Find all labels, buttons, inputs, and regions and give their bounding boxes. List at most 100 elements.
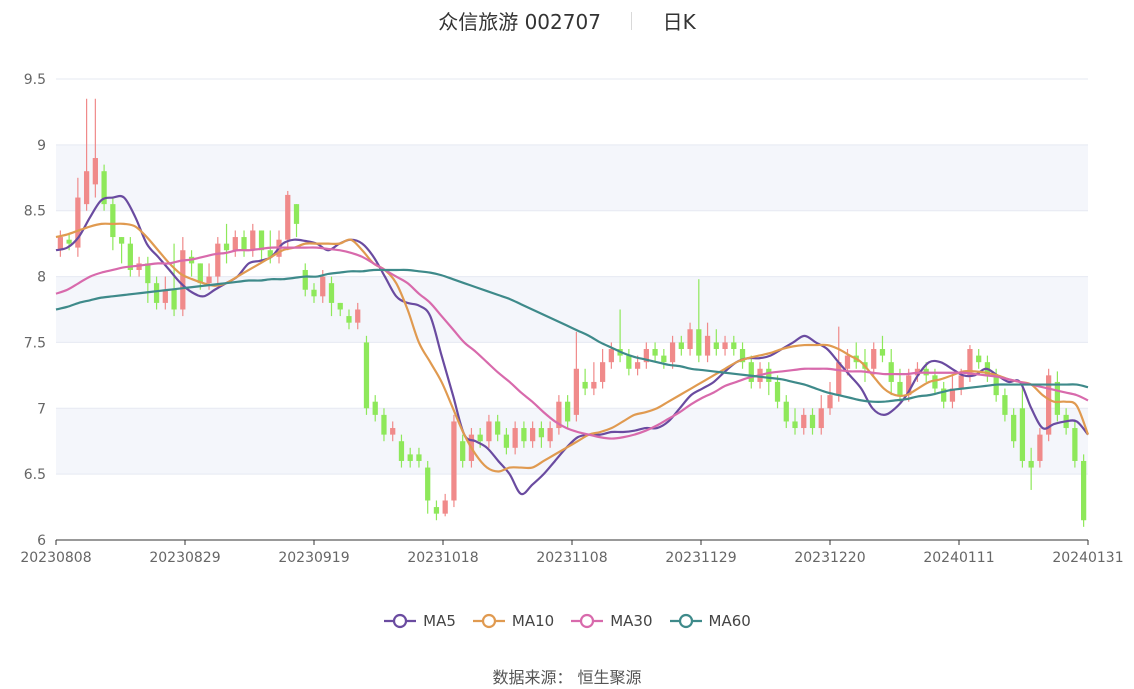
candle: [949, 375, 956, 409]
candle: [748, 355, 754, 389]
candle-body: [250, 230, 256, 251]
candle: [241, 230, 247, 257]
x-tick-label: 20230919: [278, 550, 349, 566]
candle-body: [599, 362, 606, 382]
candle-body: [110, 204, 116, 238]
candle-body: [337, 302, 343, 310]
candle-body: [1019, 408, 1026, 461]
source-value: 恒生聚源: [577, 668, 642, 687]
candle-body: [477, 434, 483, 442]
candle-body: [678, 342, 684, 350]
candle: [1081, 454, 1087, 527]
band: [56, 144, 1088, 211]
candle: [425, 460, 431, 514]
candle-body: [1072, 428, 1078, 461]
candle-body: [171, 289, 177, 310]
legend-label: MA10: [511, 612, 555, 630]
x-tick-label: 20231108: [536, 550, 607, 566]
candle: [118, 237, 125, 264]
candle-body: [180, 250, 186, 310]
candle-body: [390, 428, 396, 435]
candle-body: [442, 500, 448, 514]
candle-body: [1028, 460, 1034, 468]
candle-body: [285, 194, 291, 240]
candle-body: [530, 428, 536, 442]
candle-body: [608, 349, 614, 363]
legend-item-ma10[interactable]: MA10: [472, 612, 554, 630]
y-tick-label: 9: [37, 138, 46, 154]
candle-body: [801, 414, 807, 429]
candle-body: [888, 362, 894, 382]
candle-body: [495, 421, 501, 435]
candle: [853, 342, 859, 369]
candle-body: [652, 349, 658, 356]
candle-body: [512, 428, 518, 448]
candle: [599, 349, 606, 389]
candle-body: [661, 355, 667, 363]
candle-body: [398, 441, 405, 461]
candle-body: [844, 355, 851, 369]
candle-body: [83, 171, 90, 205]
candle-body: [879, 349, 886, 356]
legend-marker-icon: [571, 613, 604, 629]
candle-body: [573, 368, 579, 415]
candle: [451, 414, 457, 508]
candle-body: [748, 362, 754, 382]
candle-body: [145, 263, 151, 284]
candle: [739, 342, 746, 369]
candle: [1019, 381, 1026, 468]
legend-item-ma60[interactable]: MA60: [669, 612, 751, 630]
candle-body: [162, 289, 168, 303]
candle-body: [547, 428, 553, 442]
candle-body: [223, 243, 230, 251]
legend-item-ma5[interactable]: MA5: [383, 612, 456, 630]
candle-body: [416, 454, 422, 461]
candle-body: [897, 381, 903, 396]
candle-body: [92, 158, 98, 185]
candle-body: [355, 309, 361, 323]
candle: [1072, 421, 1078, 468]
candle: [188, 250, 195, 277]
candle-body: [521, 428, 527, 442]
candle: [442, 493, 448, 517]
candle: [250, 223, 256, 257]
candle-body: [241, 237, 247, 251]
candle-body: [425, 467, 431, 501]
x-tick-label: 20231018: [407, 550, 478, 566]
legend-marker-icon: [384, 613, 417, 629]
candle: [976, 349, 982, 369]
legend-marker-icon: [472, 613, 505, 629]
x-tick-label: 20230808: [20, 550, 91, 566]
candle: [774, 375, 781, 409]
y-tick-label: 9.5: [24, 72, 46, 88]
candle-body: [836, 362, 842, 396]
legend-marker-icon: [669, 613, 702, 629]
candle: [591, 362, 597, 396]
y-tick-label: 6: [37, 533, 46, 549]
candle-body: [258, 230, 265, 251]
candle-body: [871, 349, 877, 369]
candle: [258, 230, 265, 264]
candle-body: [66, 239, 72, 244]
kline-chart: 6 6.5 7 7.5 8 8.5 9 9.5 20230808 20230829 2023091…: [20, 72, 1123, 566]
candle: [941, 381, 947, 409]
candle-body: [1081, 460, 1087, 521]
y-tick-label: 6.5: [24, 467, 46, 483]
candle: [101, 164, 107, 211]
candle-body: [346, 316, 352, 323]
candle-body: [827, 395, 833, 409]
candle: [652, 342, 658, 363]
x-tick-label: 20231129: [665, 550, 736, 566]
legend-item-ma30[interactable]: MA30: [570, 612, 653, 630]
candle-body: [232, 237, 238, 251]
candle: [626, 349, 632, 376]
candle-body: [1002, 395, 1008, 415]
candle: [1046, 368, 1052, 442]
y-tick-label: 8: [37, 270, 46, 286]
candle: [127, 237, 133, 277]
x-tick-label: 20230829: [149, 550, 220, 566]
legend-label: MA5: [423, 612, 456, 630]
legend: MA5 MA10 MA30 MA60: [0, 612, 1134, 633]
candle-body: [704, 335, 711, 356]
candle: [293, 204, 300, 238]
